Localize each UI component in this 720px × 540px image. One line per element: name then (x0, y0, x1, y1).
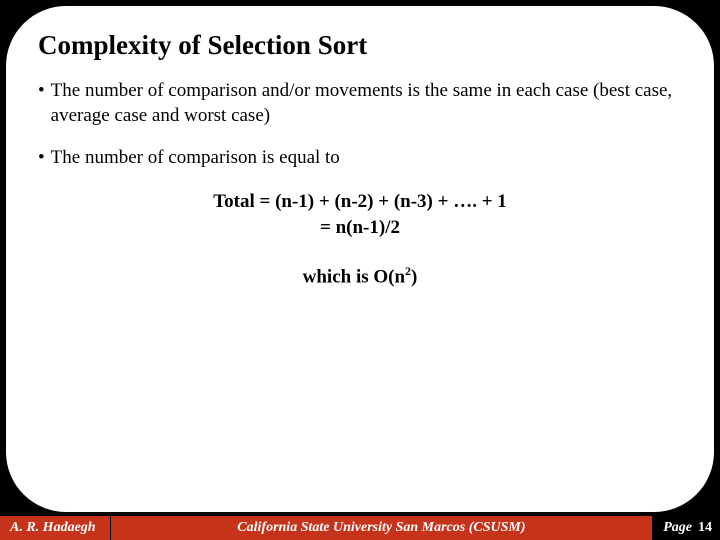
footer-page: Page 14 (653, 516, 720, 540)
slide-card: Complexity of Selection Sort • The numbe… (6, 6, 714, 512)
footer-affiliation: California State University San Marcos (… (111, 516, 654, 540)
formula-block: Total = (n-1) + (n-2) + (n-3) + …. + 1 =… (38, 189, 682, 240)
bullet-dot-icon: • (38, 146, 45, 171)
slide-footer: A. R. Hadaegh California State Universit… (0, 516, 720, 540)
bigO-statement: which is O(n2) (38, 264, 682, 288)
formula-line-2: = n(n-1)/2 (38, 215, 682, 241)
bullet-item: • The number of comparison is equal to (38, 146, 682, 171)
bullet-item: • The number of comparison and/or moveme… (38, 79, 682, 128)
footer-author: A. R. Hadaegh (0, 516, 111, 540)
bullet-dot-icon: • (38, 79, 45, 104)
bullet-text: The number of comparison and/or movement… (51, 79, 682, 128)
bullet-text: The number of comparison is equal to (51, 146, 340, 171)
page-number: 14 (698, 520, 712, 536)
page-label: Page (663, 520, 692, 536)
slide-title: Complexity of Selection Sort (38, 30, 682, 61)
bigO-suffix: ) (411, 267, 417, 288)
formula-line-1: Total = (n-1) + (n-2) + (n-3) + …. + 1 (38, 189, 682, 215)
bigO-prefix: which is O(n (303, 267, 405, 288)
